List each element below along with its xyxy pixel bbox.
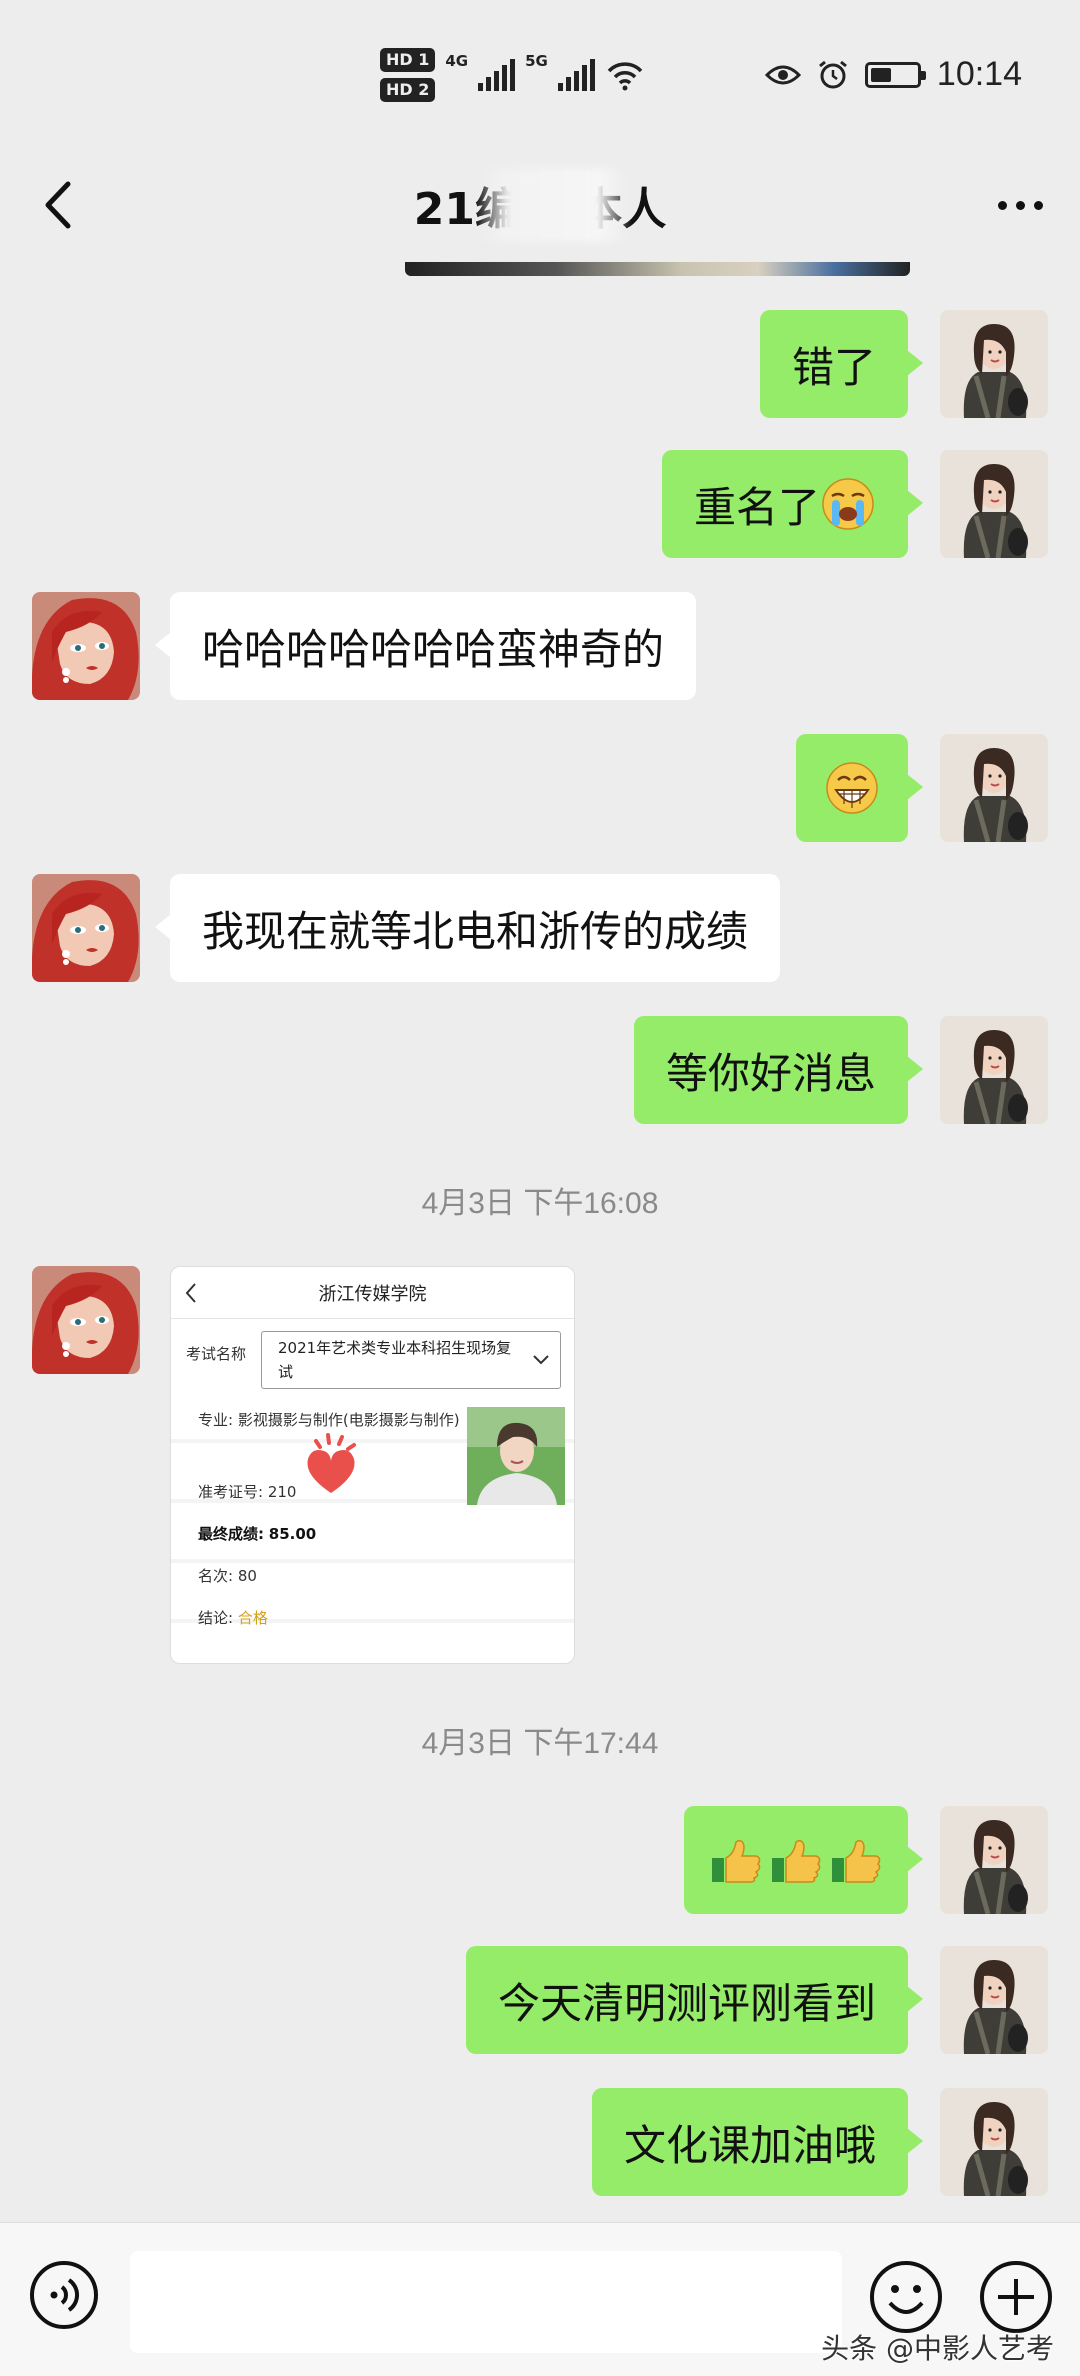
conclusion-value: 合格	[237, 1609, 268, 1627]
message-bubble-sent[interactable]: 今天清明测评刚看到	[465, 1946, 924, 2054]
conclusion-field: 结论: 合格	[198, 1607, 268, 1629]
title-redaction-blur	[478, 168, 628, 242]
network-indicators: HD 1 HD 2 4G 5G	[380, 48, 645, 102]
conclusion-label: 结论:	[198, 1609, 234, 1627]
my-avatar[interactable]	[940, 1946, 1048, 2054]
back-arrow-icon	[185, 1283, 196, 1303]
score-label: 最终成绩:	[198, 1525, 264, 1543]
watermark: 头条 @中影人艺考	[821, 2332, 1054, 2365]
exam-name-select: 2021年艺术类专业本科招生现场复试	[261, 1331, 561, 1389]
image-title: 浙江传媒学院	[318, 1283, 427, 1305]
message-text: 今天清明测评刚看到	[497, 1978, 876, 2028]
system-indicators: 10:14	[764, 55, 1022, 94]
message-text: 重名了	[693, 482, 820, 532]
ticket-value: 210	[267, 1483, 297, 1501]
my-avatar[interactable]	[940, 734, 1048, 842]
image-header: 浙江传媒学院	[171, 1267, 574, 1319]
thumbs-up-icon	[772, 1839, 821, 1883]
major-label: 专业:	[198, 1411, 234, 1429]
heart-sticker-icon	[307, 1433, 356, 1493]
exam-name-label: 考试名称	[186, 1345, 247, 1363]
network-type-1: 4G	[445, 52, 469, 70]
thumbs-up-icon	[832, 1839, 881, 1883]
score-field: 最终成绩: 85.00	[198, 1523, 316, 1545]
my-avatar[interactable]	[940, 1016, 1048, 1124]
image-message-score-screenshot[interactable]: 浙江传媒学院 考试名称 2021年艺术类专业本科招生现场复试 专业: 影视摄影与…	[170, 1266, 575, 1664]
signal-strength-icon	[478, 59, 516, 91]
thumbs-up-icon	[712, 1839, 761, 1883]
message-bubble-sent[interactable]	[796, 734, 923, 842]
input-bar: 头条 @中影人艺考	[0, 2222, 1080, 2376]
message-text: 哈哈哈哈哈哈哈蛮神奇的	[202, 624, 665, 674]
rank-value: 80	[237, 1567, 257, 1585]
message-bubble-received[interactable]: 我现在就等北电和浙传的成绩	[154, 874, 781, 982]
status-time: 10:14	[936, 55, 1022, 93]
message-bubble-sent[interactable]: 文化课加油哦	[591, 2088, 924, 2196]
applicant-photo	[467, 1407, 565, 1505]
contact-avatar[interactable]	[32, 874, 140, 982]
voice-input-icon[interactable]	[28, 2259, 100, 2331]
message-bubble-sent[interactable]	[684, 1806, 923, 1914]
message-bubble-sent[interactable]: 等你好消息	[633, 1016, 924, 1124]
emoji-picker-icon[interactable]	[868, 2259, 944, 2335]
message-text: 我现在就等北电和浙传的成绩	[202, 906, 749, 956]
crying-face-icon	[822, 478, 874, 530]
score-value: 85.00	[268, 1525, 317, 1543]
chat-header: 21编导 本人	[0, 150, 1080, 260]
more-options-button[interactable]	[990, 180, 1050, 230]
more-actions-plus-icon[interactable]	[978, 2259, 1054, 2335]
my-avatar[interactable]	[940, 450, 1048, 558]
ticket-label: 准考证号:	[198, 1483, 264, 1501]
message-timestamp: 4月3日 下午16:08	[421, 1187, 659, 1220]
my-avatar[interactable]	[940, 2088, 1048, 2196]
message-timestamp: 4月3日 下午17:44	[421, 1727, 659, 1760]
contact-avatar[interactable]	[32, 592, 140, 700]
grinning-face-icon	[826, 762, 878, 814]
rank-label: 名次:	[198, 1567, 234, 1585]
message-bubble-sent[interactable]: 错了	[759, 310, 924, 418]
message-bubble-sent[interactable]: 重名了	[661, 450, 924, 558]
sim1-hd-badge: HD 1	[380, 48, 436, 72]
message-bubble-received[interactable]: 哈哈哈哈哈哈哈蛮神奇的	[154, 592, 697, 700]
contact-avatar[interactable]	[32, 1266, 140, 1374]
previous-message-image-edge	[405, 262, 910, 276]
major-value: 影视摄影与制作(电影摄影与制作)	[237, 1411, 460, 1429]
message-text: 等你好消息	[665, 1048, 876, 1098]
alarm-clock-icon	[818, 60, 847, 88]
signal-strength-icon	[557, 59, 595, 91]
chevron-down-icon	[533, 1355, 549, 1365]
exam-name-row: 考试名称 2021年艺术类专业本科招生现场复试	[171, 1319, 574, 1389]
message-input[interactable]	[130, 2251, 842, 2353]
my-avatar[interactable]	[940, 1806, 1048, 1914]
network-type-2: 5G	[525, 52, 548, 70]
message-list[interactable]: 错了 重名了 哈哈哈哈哈哈哈蛮神奇的 我现在就等北电和浙传的成绩 等你好消息 4…	[0, 280, 1080, 2220]
rank-field: 名次: 80	[198, 1565, 257, 1587]
ticket-field: 准考证号: 210	[198, 1481, 296, 1503]
message-text: 错了	[791, 342, 876, 392]
battery-icon	[864, 61, 926, 88]
score-details: 专业: 影视摄影与制作(电影摄影与制作) 准考证号: 210 最终成绩: 85.…	[171, 1389, 574, 1659]
my-avatar[interactable]	[940, 310, 1048, 418]
eye-icon	[764, 65, 801, 84]
status-bar: HD 1 HD 2 4G 5G 10:14	[0, 0, 1080, 150]
message-text: 文化课加油哦	[623, 2120, 876, 2170]
wifi-icon	[607, 62, 643, 91]
sim2-hd-badge: HD 2	[380, 78, 436, 102]
major-field: 专业: 影视摄影与制作(电影摄影与制作)	[198, 1409, 463, 1431]
exam-name-value: 2021年艺术类专业本科招生现场复试	[278, 1339, 512, 1381]
